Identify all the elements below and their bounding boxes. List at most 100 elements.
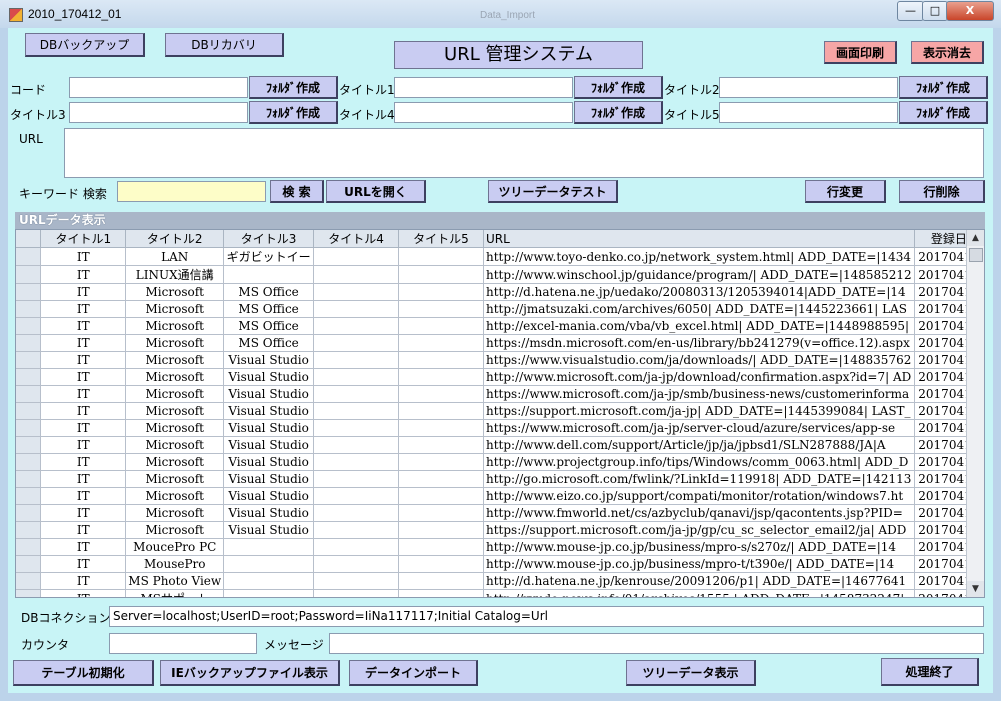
table-cell[interactable]: IT (40, 402, 127, 420)
table-cell[interactable]: IT (40, 317, 127, 335)
table-cell[interactable] (223, 265, 315, 284)
folder-create-button-title4[interactable]: ﾌｫﾙﾀﾞ作成 (574, 101, 663, 124)
table-cell[interactable] (313, 351, 399, 369)
table-cell[interactable] (313, 572, 399, 590)
table-cell[interactable] (398, 247, 484, 266)
table-row[interactable]: IT Microsoft Visual Studio http://www.fmwor… (16, 504, 984, 522)
table-cell[interactable]: http://www.winschool.jp/guidance/program… (483, 265, 915, 284)
code-input[interactable] (69, 77, 248, 98)
table-cell[interactable]: Visual Studio (223, 402, 315, 420)
table-cell[interactable] (398, 436, 484, 454)
table-cell[interactable]: IT (40, 504, 127, 522)
table-row[interactable]: IT Microsoft Visual Studio https://www.visu… (16, 351, 984, 369)
table-cell[interactable] (398, 504, 484, 522)
folder-create-button-title3[interactable]: ﾌｫﾙﾀﾞ作成 (249, 101, 338, 124)
table-cell[interactable] (313, 487, 399, 505)
table-cell[interactable]: IT (40, 368, 127, 386)
row-header[interactable] (16, 589, 42, 597)
table-cell[interactable]: Microsoft (125, 470, 225, 488)
table-row[interactable]: IT LINUX通信講 http://www.winschool.jp/guidan… (16, 265, 984, 284)
table-row[interactable]: IT Microsoft Visual Studio http://www.proje… (16, 453, 984, 471)
grid-vertical-scrollbar[interactable]: ▲ ▼ (966, 230, 984, 597)
table-cell[interactable] (313, 419, 399, 437)
table-cell[interactable]: Microsoft (125, 300, 225, 318)
db-recovery-button[interactable]: DBリカバリ (165, 33, 284, 57)
open-url-button[interactable]: URLを開く (326, 180, 426, 203)
counter-input[interactable] (109, 633, 257, 654)
row-header[interactable] (16, 453, 42, 471)
table-cell[interactable] (398, 265, 484, 284)
db-backup-button[interactable]: DBバックアップ (25, 33, 145, 57)
row-header[interactable] (16, 334, 42, 352)
table-cell[interactable]: MSサポート (125, 589, 225, 597)
column-header[interactable]: タイトル2 (125, 230, 225, 248)
table-row[interactable]: IT Microsoft Visual Studio http://go.micros… (16, 470, 984, 488)
column-header[interactable]: タイトル1 (40, 230, 127, 248)
table-cell[interactable] (398, 334, 484, 352)
table-cell[interactable]: IT (40, 334, 127, 352)
row-header[interactable] (16, 351, 42, 369)
table-cell[interactable]: http://www.mouse-jp.co.jp/business/mpro-… (483, 555, 915, 573)
maximize-button[interactable]: □ (922, 1, 948, 21)
table-cell[interactable] (313, 317, 399, 335)
table-cell[interactable]: IT (40, 300, 127, 318)
table-cell[interactable]: http://www.fmworld.net/cs/azbyclub/qanav… (483, 504, 915, 522)
table-row[interactable]: IT Microsoft MS Office http://excel-mania.c… (16, 317, 984, 335)
table-cell[interactable]: LINUX通信講 (125, 265, 225, 284)
table-cell[interactable]: MS Office (223, 334, 315, 352)
column-header[interactable]: URL (483, 230, 915, 248)
table-cell[interactable]: Microsoft (125, 419, 225, 437)
table-row[interactable]: IT Microsoft Visual Studio http://www.dell.… (16, 436, 984, 454)
table-cell[interactable] (223, 572, 315, 590)
table-cell[interactable]: https://www.microsoft.com/ja-jp/server-c… (483, 419, 915, 437)
window-titlebar[interactable]: 2010_170412_01 Data_Import — □ X (0, 0, 1001, 28)
table-cell[interactable]: IT (40, 436, 127, 454)
folder-create-button-title5[interactable]: ﾌｫﾙﾀﾞ作成 (899, 101, 988, 124)
table-cell[interactable] (313, 368, 399, 386)
table-cell[interactable] (313, 470, 399, 488)
table-cell[interactable]: ギガビットイー (223, 247, 315, 266)
table-cell[interactable]: https://support.microsoft.com/ja-jp/gp/c… (483, 521, 915, 539)
title1-input[interactable] (394, 77, 573, 98)
table-cell[interactable] (313, 555, 399, 573)
table-cell[interactable] (313, 385, 399, 403)
table-cell[interactable] (223, 555, 315, 573)
table-cell[interactable]: IT (40, 487, 127, 505)
table-cell[interactable]: IT (40, 521, 127, 539)
table-cell[interactable]: IT (40, 453, 127, 471)
table-cell[interactable] (313, 521, 399, 539)
row-header[interactable] (16, 247, 42, 266)
table-cell[interactable] (223, 538, 315, 556)
clear-display-button[interactable]: 表示消去 (911, 41, 984, 64)
table-cell[interactable] (398, 487, 484, 505)
table-cell[interactable]: MS Office (223, 283, 315, 301)
table-cell[interactable]: Visual Studio (223, 453, 315, 471)
tree-data-test-button[interactable]: ツリーデータテスト (488, 180, 618, 203)
row-header[interactable] (16, 419, 42, 437)
scroll-thumb[interactable] (969, 248, 983, 262)
print-screen-button[interactable]: 画面印刷 (824, 41, 897, 64)
url-textarea[interactable] (64, 128, 984, 178)
row-header[interactable] (16, 283, 42, 301)
init-table-button[interactable]: テーブル初期化 (13, 660, 154, 686)
row-header[interactable] (16, 317, 42, 335)
table-cell[interactable]: Microsoft (125, 487, 225, 505)
table-cell[interactable]: http://excel-mania.com/vba/vb_excel.html… (483, 317, 915, 335)
table-cell[interactable]: https://www.microsoft.com/ja-jp/smb/busi… (483, 385, 915, 403)
table-cell[interactable] (398, 555, 484, 573)
row-header[interactable] (16, 300, 42, 318)
table-cell[interactable] (398, 283, 484, 301)
url-data-grid[interactable]: タイトル1 タイトル2 タイトル3 タイトル4 タイトル5 URL 登録日 IT… (15, 229, 985, 598)
table-cell[interactable]: Visual Studio (223, 487, 315, 505)
table-cell[interactable]: Microsoft (125, 385, 225, 403)
table-row[interactable]: IT Microsoft Visual Studio https://www.micr… (16, 385, 984, 403)
table-cell[interactable] (398, 351, 484, 369)
table-cell[interactable]: Microsoft (125, 402, 225, 420)
table-row[interactable]: IT Microsoft Visual Studio http://www.eizo.… (16, 487, 984, 505)
table-cell[interactable]: LAN (125, 247, 225, 266)
table-row[interactable]: IT LAN ギガビットイー http://www.toyo-denko.co.jp/… (16, 247, 984, 266)
data-import-button[interactable]: データインポート (349, 660, 478, 686)
table-cell[interactable]: Microsoft (125, 351, 225, 369)
table-cell[interactable] (398, 300, 484, 318)
table-cell[interactable]: IT (40, 555, 127, 573)
